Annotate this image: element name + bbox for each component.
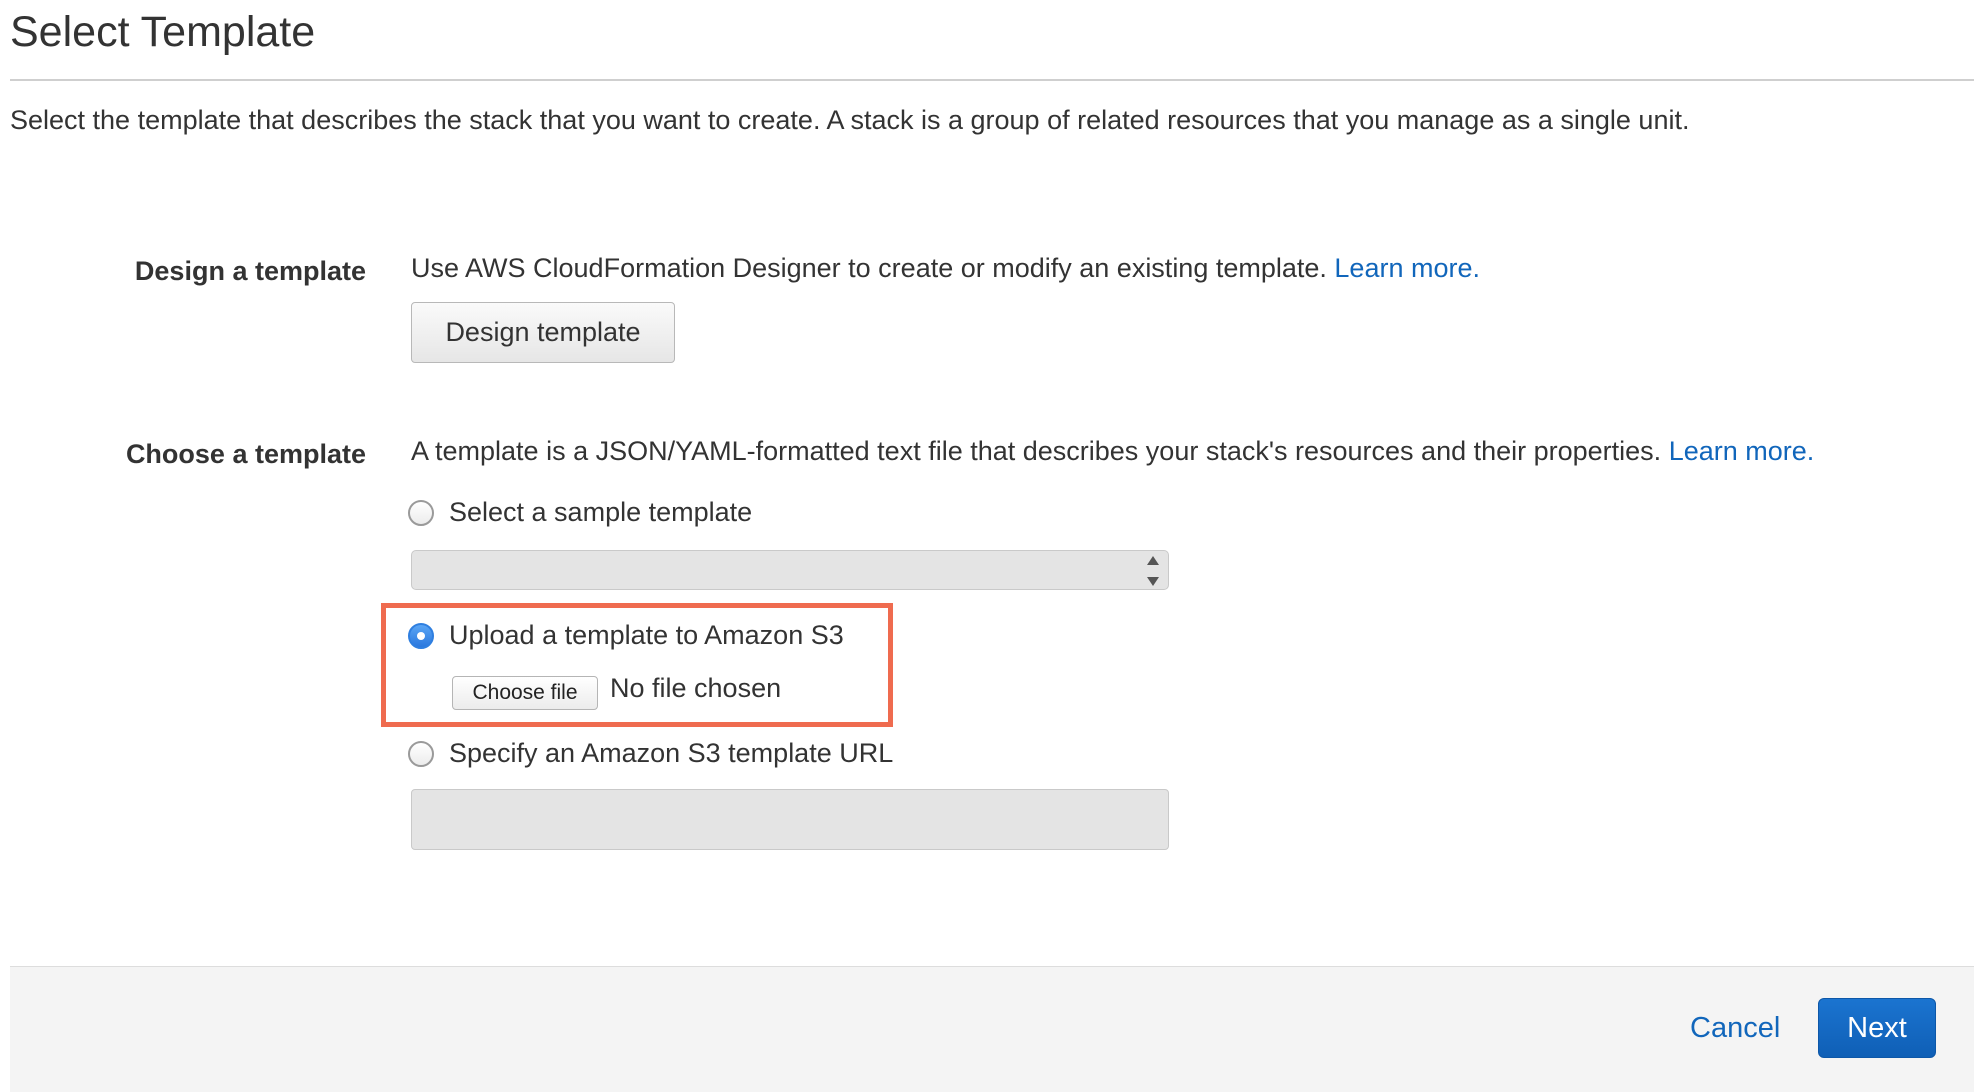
- choose-template-description: A template is a JSON/YAML-formatted text…: [411, 433, 1814, 469]
- choose-file-button[interactable]: Choose file: [452, 676, 598, 710]
- sample-template-option[interactable]: Select a sample template: [408, 497, 752, 528]
- select-arrows-icon: [1146, 556, 1160, 586]
- s3-url-input[interactable]: [411, 789, 1169, 850]
- design-template-button[interactable]: Design template: [411, 302, 675, 363]
- s3-url-radio[interactable]: [408, 740, 434, 767]
- page-description: Select the template that describes the s…: [10, 105, 1690, 135]
- next-button[interactable]: Next: [1818, 998, 1936, 1058]
- design-template-label: Design a template: [134, 256, 366, 286]
- upload-template-radio[interactable]: [408, 622, 434, 649]
- page-title: Select Template: [10, 8, 316, 56]
- choose-template-text: A template is a JSON/YAML-formatted text…: [411, 436, 1669, 466]
- design-learn-more-link[interactable]: Learn more.: [1334, 253, 1480, 283]
- design-template-description: Use AWS CloudFormation Designer to creat…: [411, 250, 1480, 286]
- upload-template-label: Upload a template to Amazon S3: [449, 620, 844, 650]
- choose-learn-more-link[interactable]: Learn more.: [1669, 436, 1815, 466]
- select-template-page: Select Template Select the template that…: [0, 0, 1978, 1092]
- s3-url-option[interactable]: Specify an Amazon S3 template URL: [408, 738, 893, 769]
- file-status-text: No file chosen: [610, 673, 782, 703]
- s3-url-label: Specify an Amazon S3 template URL: [449, 738, 894, 768]
- title-divider: [10, 79, 1974, 81]
- sample-template-label: Select a sample template: [449, 497, 753, 527]
- choose-template-label: Choose a template: [125, 439, 366, 469]
- cancel-button[interactable]: Cancel: [1690, 1008, 1780, 1048]
- design-template-text: Use AWS CloudFormation Designer to creat…: [411, 253, 1335, 283]
- sample-template-select[interactable]: [411, 550, 1169, 590]
- upload-template-option[interactable]: Upload a template to Amazon S3: [408, 620, 844, 651]
- footer-bar: [10, 966, 1974, 1092]
- sample-template-radio[interactable]: [408, 499, 434, 526]
